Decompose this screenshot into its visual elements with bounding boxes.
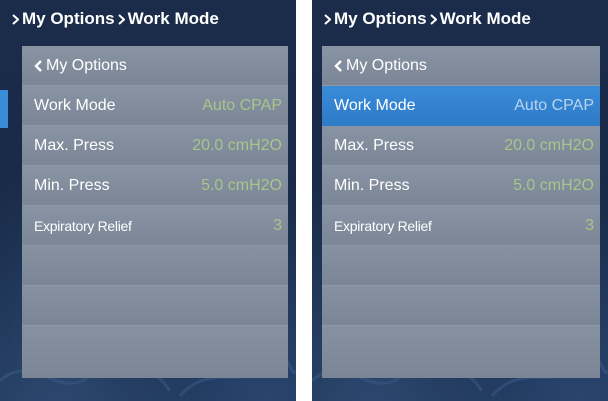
focus-marker: [0, 90, 8, 128]
back-label: My Options: [346, 56, 427, 74]
menu-item-work-mode[interactable]: Work Mode Auto CPAP: [322, 86, 600, 126]
empty-row: [322, 246, 600, 286]
menu-item-label: Max. Press: [334, 136, 415, 154]
menu-item-label: Min. Press: [334, 176, 410, 194]
menu-item-label: Min. Press: [34, 176, 110, 194]
menu-item-value: 3: [273, 216, 282, 234]
menu-panel: My Options Work Mode Auto CPAP Max. Pres…: [22, 46, 288, 378]
menu-item-label: Expiratory Relief: [334, 217, 432, 234]
empty-row: [322, 286, 600, 326]
menu-item-label: Expiratory Relief: [34, 217, 132, 234]
menu-item-label: Max. Press: [34, 136, 115, 154]
breadcrumb: My Options Work Mode: [312, 0, 608, 38]
device-screen-left: My Options Work Mode My Options Work Mod…: [0, 0, 296, 401]
menu-item-max-press[interactable]: Max. Press 20.0 cmH2O: [22, 126, 288, 166]
empty-row: [22, 286, 288, 326]
breadcrumb-parent[interactable]: My Options: [334, 9, 427, 29]
empty-row: [22, 326, 288, 378]
menu-item-label: Work Mode: [34, 96, 116, 114]
chevron-left-icon: [34, 59, 42, 72]
menu-item-value: 3: [585, 216, 594, 234]
menu-item-value: Auto CPAP: [514, 96, 594, 114]
menu-item-value: Auto CPAP: [202, 96, 282, 114]
chevron-right-icon: [117, 13, 125, 25]
menu-item-min-press[interactable]: Min. Press 5.0 cmH2O: [22, 166, 288, 206]
menu-item-value: 20.0 cmH2O: [192, 136, 282, 154]
back-button[interactable]: My Options: [322, 46, 600, 86]
back-label: My Options: [46, 56, 127, 74]
menu-item-expiratory-relief[interactable]: Expiratory Relief 3: [22, 206, 288, 246]
menu-item-max-press[interactable]: Max. Press 20.0 cmH2O: [322, 126, 600, 166]
chevron-right-icon: [12, 13, 19, 25]
menu-item-value: 5.0 cmH2O: [513, 176, 594, 194]
breadcrumb-current: Work Mode: [439, 9, 531, 28]
back-button[interactable]: My Options: [22, 46, 288, 86]
empty-row: [22, 246, 288, 286]
menu-item-expiratory-relief[interactable]: Expiratory Relief 3: [322, 206, 600, 246]
menu-item-min-press[interactable]: Min. Press 5.0 cmH2O: [322, 166, 600, 206]
menu-panel: My Options Work Mode Auto CPAP Max. Pres…: [322, 46, 600, 378]
breadcrumb-current: Work Mode: [127, 9, 219, 28]
chevron-right-icon: [429, 13, 437, 25]
menu-item-label: Work Mode: [334, 96, 416, 114]
chevron-right-icon: [324, 13, 331, 25]
chevron-left-icon: [334, 59, 342, 72]
menu-item-work-mode[interactable]: Work Mode Auto CPAP: [22, 86, 288, 126]
menu-item-value: 5.0 cmH2O: [201, 176, 282, 194]
breadcrumb: My Options Work Mode: [0, 0, 296, 38]
device-screen-right: My Options Work Mode My Options Work Mod…: [312, 0, 608, 401]
menu-item-value: 20.0 cmH2O: [504, 136, 594, 154]
breadcrumb-parent[interactable]: My Options: [22, 9, 115, 29]
empty-row: [322, 326, 600, 378]
